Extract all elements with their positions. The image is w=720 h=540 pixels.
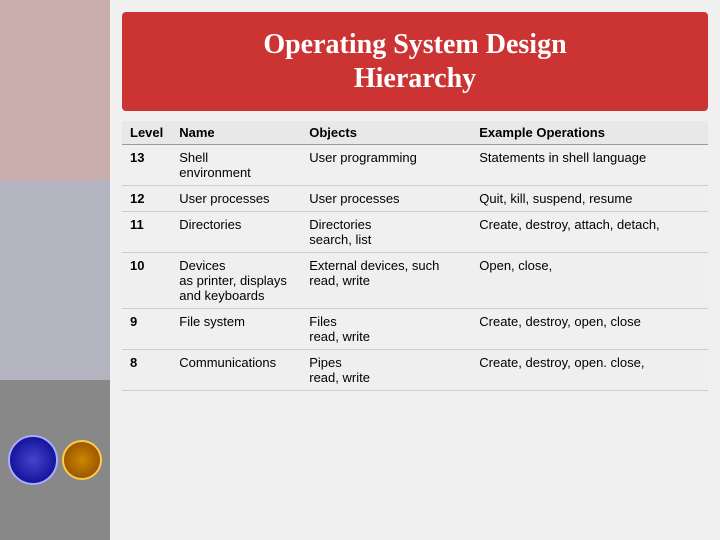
table-cell: Communications [171,350,301,391]
badge-1 [8,435,58,485]
table-cell: Directories [171,212,301,253]
table-row: 8CommunicationsPipesread, writeCreate, d… [122,350,708,391]
table-cell: Create, destroy, open, close [471,309,708,350]
left-panel-top [0,0,110,180]
table-cell: User processes [171,186,301,212]
table-cell: Statements in shell language [471,145,708,186]
col-header-objects: Objects [301,121,471,145]
title-box: Operating System Design Hierarchy [122,12,708,111]
table-cell: External devices, suchread, write [301,253,471,309]
table-cell: Open, close, [471,253,708,309]
table-row: 13ShellenvironmentUser programmingStatem… [122,145,708,186]
table-cell: 11 [122,212,171,253]
col-header-example: Example Operations [471,121,708,145]
col-header-name: Name [171,121,301,145]
table-cell: Create, destroy, open. close, [471,350,708,391]
left-panel-mid [0,180,110,380]
table-cell: Quit, kill, suspend, resume [471,186,708,212]
table-row: 9File systemFilesread, writeCreate, dest… [122,309,708,350]
table-cell: User processes [301,186,471,212]
col-header-level: Level [122,121,171,145]
table-row: 11DirectoriesDirectoriessearch, listCrea… [122,212,708,253]
table-cell: 10 [122,253,171,309]
table-cell: User programming [301,145,471,186]
table-cell: 8 [122,350,171,391]
table-cell: Pipesread, write [301,350,471,391]
table-cell: Filesread, write [301,309,471,350]
table-cell: 9 [122,309,171,350]
badge-2 [62,440,102,480]
hierarchy-table: Level Name Objects Example Operations 13… [122,121,708,391]
table-cell: 13 [122,145,171,186]
table-area: Level Name Objects Example Operations 13… [122,121,708,530]
main-content: Operating System Design Hierarchy Level … [110,0,720,540]
table-cell: Shellenvironment [171,145,301,186]
table-cell: File system [171,309,301,350]
page-title: Operating System Design Hierarchy [142,28,688,95]
table-cell: Directoriessearch, list [301,212,471,253]
table-row: 10Devicesas printer, displaysand keyboar… [122,253,708,309]
table-row: 12User processesUser processesQuit, kill… [122,186,708,212]
table-cell: Devicesas printer, displaysand keyboards [171,253,301,309]
table-cell: Create, destroy, attach, detach, [471,212,708,253]
left-panel [0,0,110,540]
table-cell: 12 [122,186,171,212]
left-panel-bottom [0,380,110,540]
